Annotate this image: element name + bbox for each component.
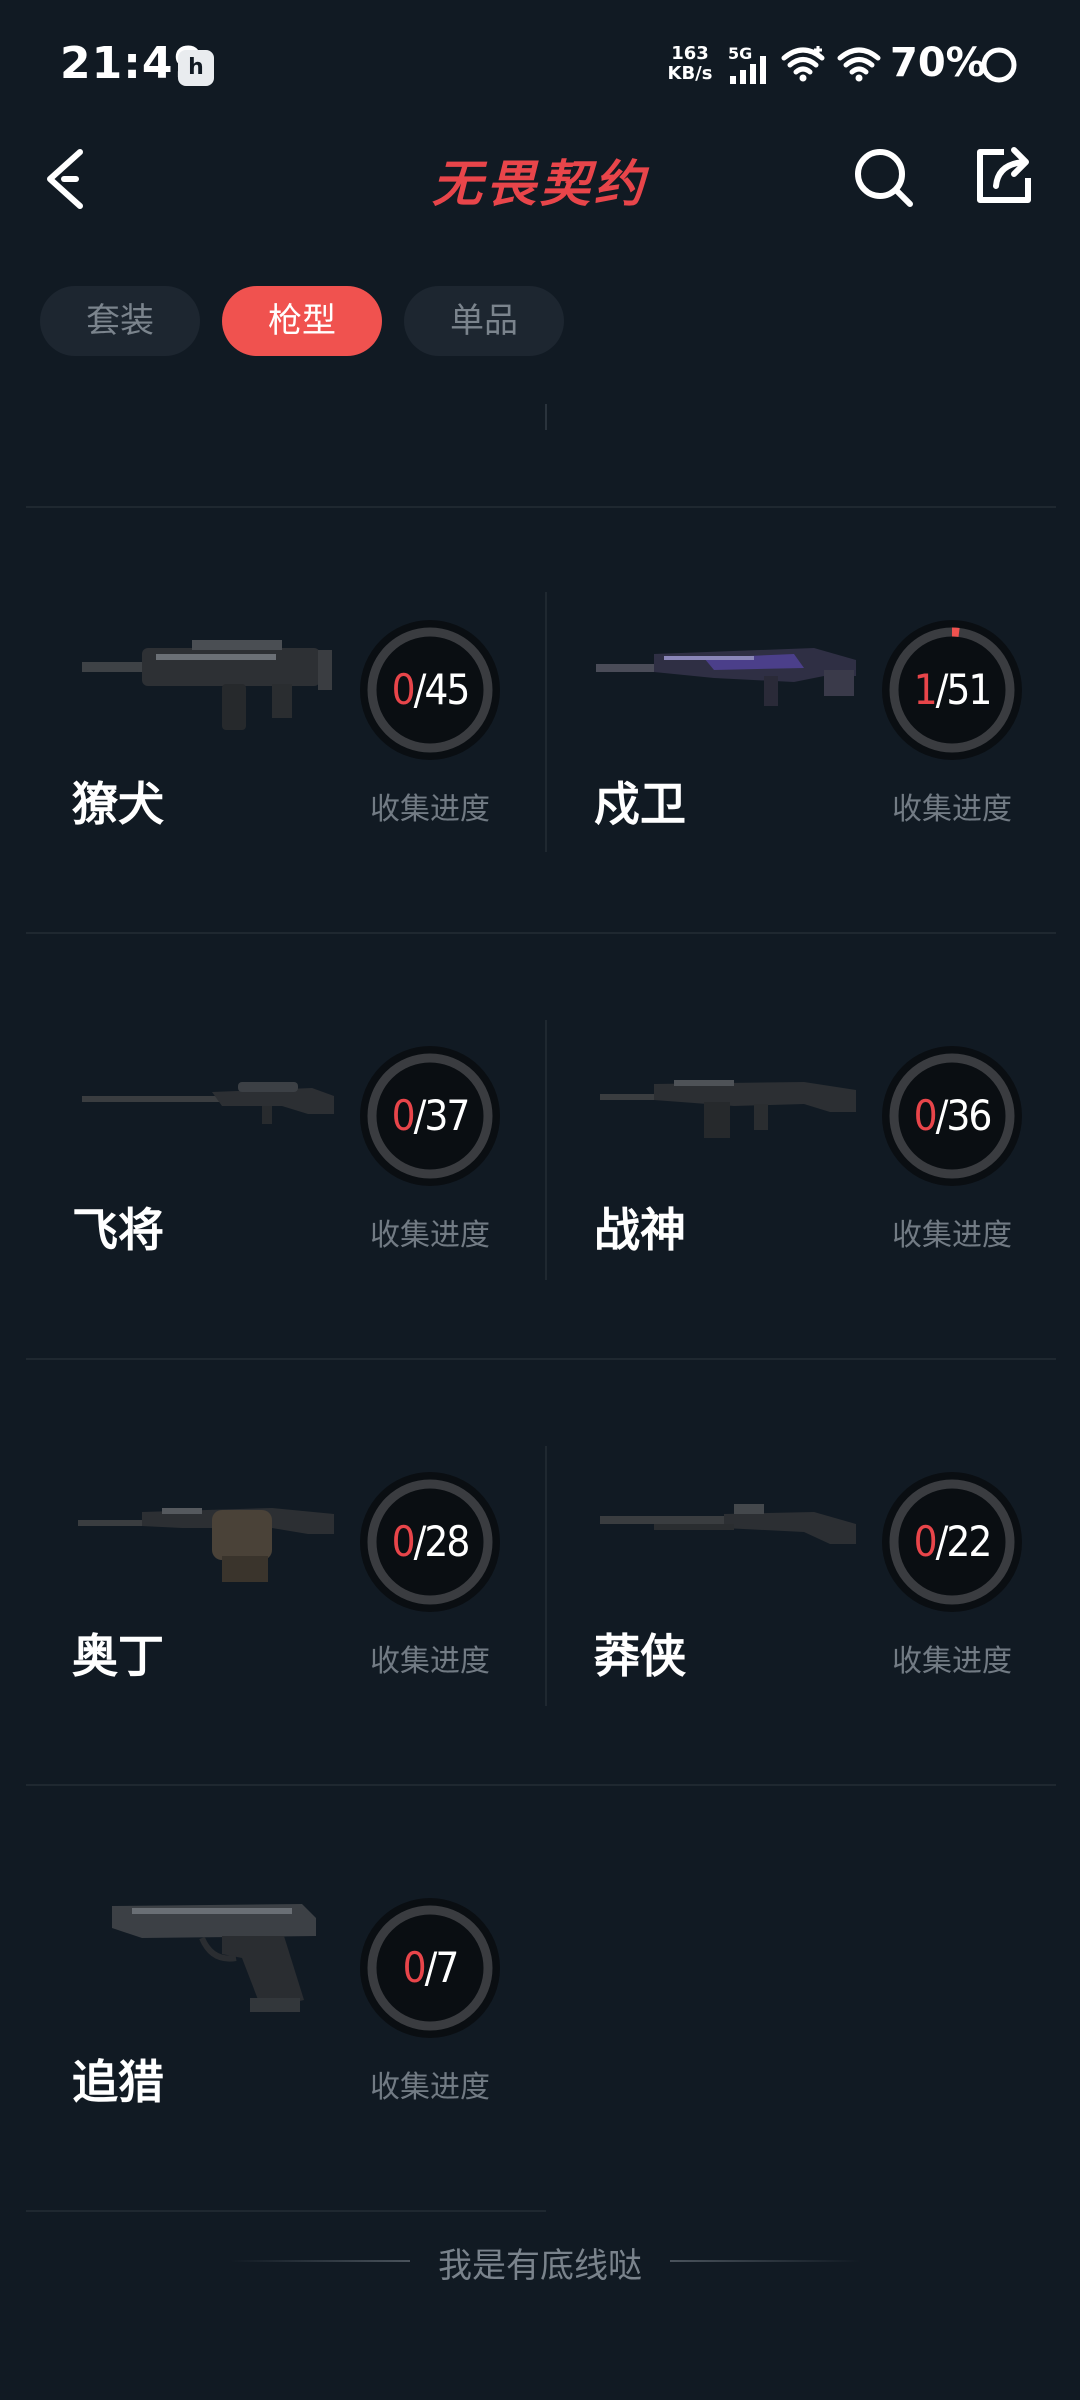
collection-count: 0/7: [360, 1898, 500, 2038]
collection-count: 0/45: [360, 620, 500, 760]
row-divider: [26, 1358, 1056, 1360]
machine-gun-icon: [600, 1080, 856, 1138]
share-button[interactable]: [974, 146, 1034, 206]
collected-count: 0: [391, 665, 416, 714]
weapon-card-ares[interactable]: 0/36 战神 收集进度: [548, 1026, 1068, 1326]
row-divider: [26, 1784, 1056, 1786]
search-icon: [855, 149, 913, 207]
collected-count: 0: [913, 1091, 938, 1140]
weapon-card-bulldog[interactable]: 0/45 獠犬 收集进度: [26, 600, 546, 900]
category-tabs: 套装 枪型 单品: [40, 286, 564, 356]
network-speed: 163 KB/s: [664, 44, 716, 84]
total-count: /22: [935, 1517, 993, 1566]
page-title: 无畏契约: [432, 155, 648, 213]
weapon-card-sheriff[interactable]: 0/7 追猎 收集进度: [26, 1878, 546, 2178]
shotgun-icon: [600, 1504, 856, 1544]
list-end-footer: 我是有底线哒: [0, 2230, 1080, 2290]
total-count: /51: [935, 665, 993, 714]
cellular-signal-icon: 5G: [726, 44, 774, 88]
progress-label: 收集进度: [892, 1644, 1012, 1679]
progress-label: 收集进度: [370, 2070, 490, 2105]
rifle-icon: [596, 648, 856, 706]
collection-count: 0/22: [882, 1472, 1022, 1612]
battery-level: 70%: [890, 40, 986, 86]
wifi-icon: [781, 46, 825, 82]
total-count: /37: [413, 1091, 471, 1140]
progress-label: 收集进度: [892, 1218, 1012, 1253]
collection-count: 0/36: [882, 1046, 1022, 1186]
weapon-card-guardian[interactable]: 1/51 戍卫 收集进度: [548, 600, 1068, 900]
total-count: /28: [413, 1517, 471, 1566]
tab-weapon-types[interactable]: 枪型: [222, 286, 382, 356]
footer-line: [670, 2260, 860, 2262]
search-button[interactable]: [852, 146, 916, 210]
collection-count: 1/51: [882, 620, 1022, 760]
collected-count: 0: [391, 1091, 416, 1140]
weapon-name: 战神: [594, 1203, 686, 1257]
share-icon: [977, 147, 1031, 203]
status-bar: 21:49 h 163 KB/s 5G 70%: [0, 0, 1080, 130]
screen: 21:49 h 163 KB/s 5G 70% 无畏契约 套装 枪型 单品 0/…: [0, 0, 1080, 2400]
total-count: /45: [413, 665, 471, 714]
collection-count: 0/37: [360, 1046, 500, 1186]
weapon-name: 莽侠: [594, 1629, 686, 1683]
sniper-rifle-icon: [82, 1082, 334, 1124]
collected-count: 0: [913, 1517, 938, 1566]
weapon-name: 追猎: [72, 2055, 164, 2109]
network-speed-unit: KB/s: [667, 63, 713, 84]
network-speed-value: 163: [671, 43, 709, 64]
weapon-card-odin[interactable]: 0/28 奥丁 收集进度: [26, 1452, 546, 1752]
row-divider: [26, 2210, 546, 2212]
pistol-icon: [112, 1904, 316, 2012]
network-type-label: 5G: [728, 44, 753, 63]
app-notification-icon: h: [178, 50, 214, 86]
weapon-card-operator[interactable]: 0/37 飞将 收集进度: [26, 1026, 546, 1326]
progress-label: 收集进度: [370, 1218, 490, 1253]
weapon-name: 獠犬: [72, 777, 164, 831]
tab-outfits[interactable]: 套装: [40, 286, 200, 356]
weapon-name: 戍卫: [594, 777, 686, 831]
row-divider: [26, 932, 1056, 934]
heavy-machine-gun-icon: [78, 1508, 334, 1582]
footer-text: 我是有底线哒: [438, 2246, 642, 2286]
collected-count: 1: [913, 665, 938, 714]
divider: [545, 404, 547, 430]
header: 无畏契约: [0, 130, 1080, 230]
total-count: /36: [935, 1091, 993, 1140]
tab-single-items[interactable]: 单品: [404, 286, 564, 356]
progress-label: 收集进度: [370, 1644, 490, 1679]
total-count: /7: [424, 1943, 460, 1992]
weapon-name: 飞将: [72, 1203, 164, 1257]
wifi-icon-secondary: [837, 47, 881, 82]
battery-icon: [981, 47, 1017, 83]
rifle-icon: [82, 640, 332, 730]
progress-label: 收集进度: [370, 792, 490, 827]
collected-count: 0: [391, 1517, 416, 1566]
collection-count: 0/28: [360, 1472, 500, 1612]
row-divider: [26, 506, 1056, 508]
progress-label: 收集进度: [892, 792, 1012, 827]
weapon-card-judge[interactable]: 0/22 莽侠 收集进度: [548, 1452, 1068, 1752]
weapon-name: 奥丁: [72, 1629, 164, 1683]
collected-count: 0: [402, 1943, 427, 1992]
